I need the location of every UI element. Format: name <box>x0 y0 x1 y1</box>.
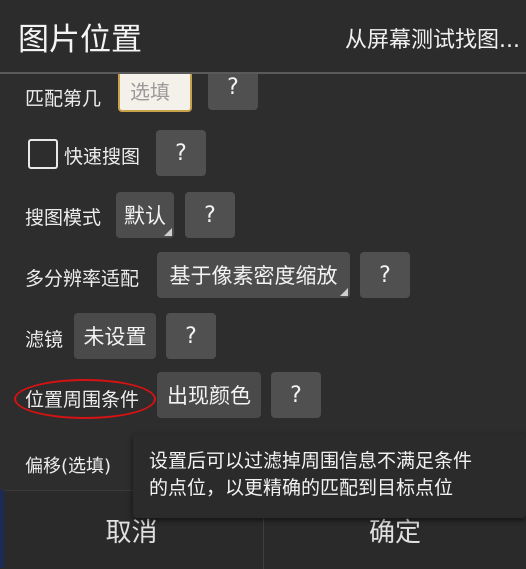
match-nth-input[interactable]: 选填 <box>118 74 192 112</box>
match-nth-help-button[interactable]: ? <box>208 74 258 110</box>
help-tooltip: 设置后可以过滤掉周围信息不满足条件 的点位，以更精确的匹配到目标点位 <box>133 434 526 518</box>
multi-resolution-help-button[interactable]: ? <box>360 252 410 298</box>
search-mode-label: 搜图模式 <box>25 207 102 229</box>
tooltip-text: 设置后可以过滤掉周围信息不满足条件 的点位，以更精确的匹配到目标点位 <box>149 448 521 502</box>
fast-search-checkbox[interactable] <box>28 139 58 169</box>
offset-label: 偏移(选填) <box>25 456 112 477</box>
search-mode-help-button[interactable]: ? <box>185 192 235 238</box>
tooltip-line-2: 的点位，以更精确的匹配到目标点位 <box>149 477 454 499</box>
dialog-header: 图片位置 从屏幕测试找图... <box>0 0 526 72</box>
filter-label: 滤镜 <box>25 329 64 351</box>
match-nth-label: 匹配第几 <box>25 88 102 110</box>
filter-help-button[interactable]: ? <box>166 313 216 359</box>
fast-search-label: 快速搜图 <box>64 146 141 168</box>
multi-resolution-label: 多分辨率适配 <box>25 268 140 290</box>
fast-search-help-button[interactable]: ? <box>156 130 206 176</box>
settings-scroll-area[interactable]: 匹配第几 选填 ? 快速搜图 ? 搜图模式 默认 ? 多分辨率适配 基于像素密度… <box>0 74 526 490</box>
surround-condition-help-button[interactable]: ? <box>271 372 321 418</box>
dialog-title: 图片位置 <box>18 22 142 58</box>
match-nth-placeholder: 选填 <box>130 80 170 104</box>
search-mode-select[interactable]: 默认 <box>116 192 174 238</box>
tooltip-line-1: 设置后可以过滤掉周围信息不满足条件 <box>149 450 473 472</box>
surround-condition-select[interactable]: 出现颜色 <box>157 372 261 418</box>
multi-resolution-select[interactable]: 基于像素密度缩放 <box>157 252 350 298</box>
test-find-image-button[interactable]: 从屏幕测试找图... <box>345 22 520 54</box>
highlight-circle <box>14 379 156 419</box>
filter-select[interactable]: 未设置 <box>74 313 156 359</box>
background-edge <box>0 490 4 568</box>
